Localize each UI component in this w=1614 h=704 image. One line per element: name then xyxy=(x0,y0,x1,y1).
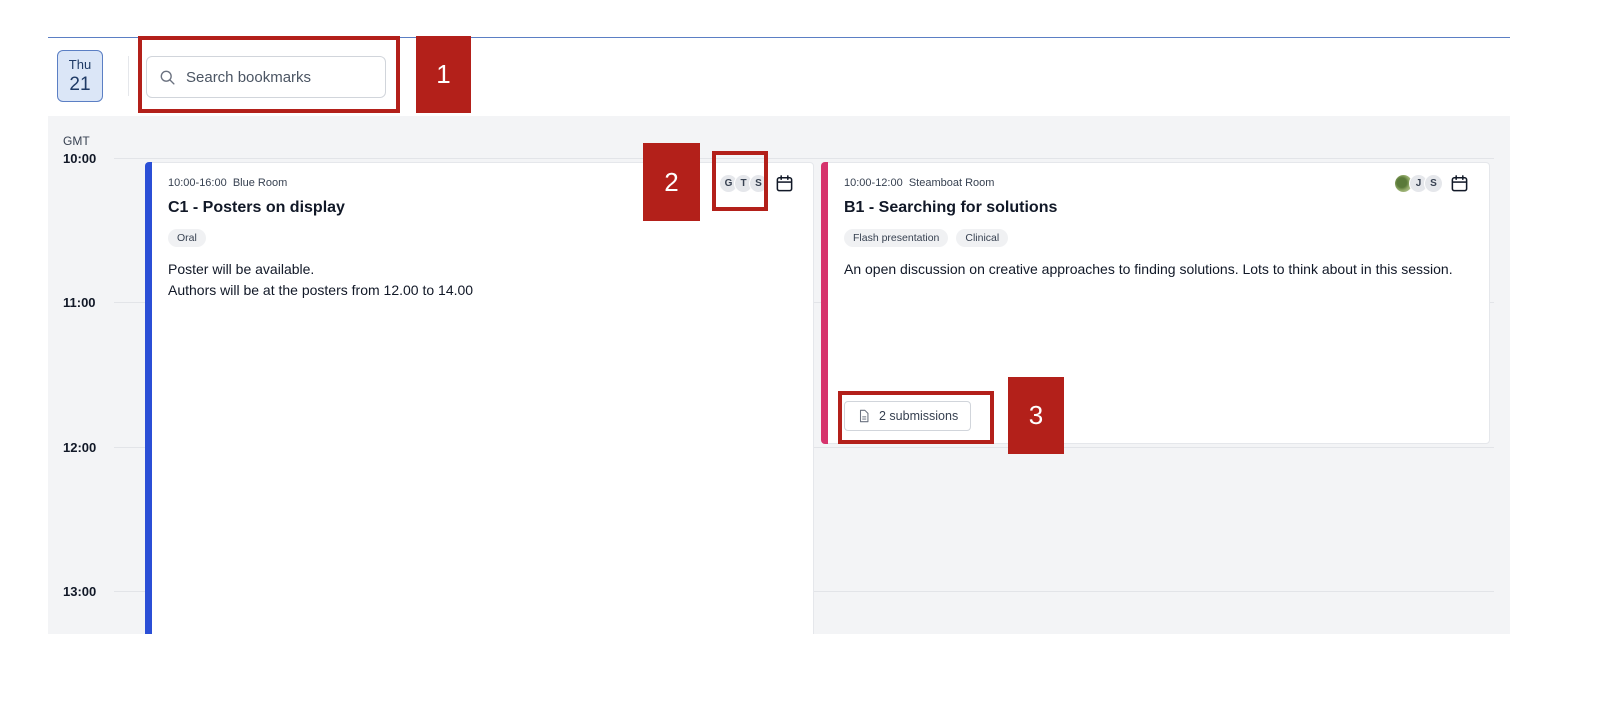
event-tag: Oral xyxy=(168,229,206,247)
event-actions: G T S xyxy=(719,173,794,193)
add-to-calendar-button[interactable] xyxy=(1449,173,1469,193)
hour-gridline xyxy=(114,158,1494,159)
time-label-10: 10:00 xyxy=(63,151,97,166)
event-tags: Oral xyxy=(168,229,206,247)
event-time-room: 10:00-16:00 Blue Room xyxy=(168,177,287,189)
event-card-c1[interactable]: 10:00-16:00 Blue Room C1 - Posters on di… xyxy=(145,162,814,634)
avatar: S xyxy=(1424,173,1443,193)
time-label-12: 12:00 xyxy=(63,440,97,455)
event-accent-bar xyxy=(821,162,828,444)
event-description: Poster will be available. Authors will b… xyxy=(168,259,473,301)
event-description-line: Poster will be available. xyxy=(168,261,315,277)
search-box[interactable] xyxy=(146,56,386,98)
document-icon xyxy=(859,409,869,423)
search-input[interactable] xyxy=(184,67,378,87)
submissions-label: 2 submissions xyxy=(879,409,959,423)
schedule-view: Thu 21 GMT 10:00 11:00 12:00 13:00 10:00… xyxy=(48,37,1510,634)
event-accent-bar xyxy=(145,162,152,634)
event-time: 10:00-12:00 xyxy=(844,177,903,189)
search-icon xyxy=(160,70,175,85)
annotation-label-2: 2 xyxy=(643,143,700,221)
add-to-calendar-button[interactable] xyxy=(774,173,794,193)
event-tag: Flash presentation xyxy=(844,229,949,247)
event-room: Blue Room xyxy=(232,177,288,189)
date-chip-day: 21 xyxy=(69,74,91,95)
calendar-icon xyxy=(1451,174,1467,191)
toolbar: Thu 21 xyxy=(48,38,1510,116)
toolbar-divider xyxy=(128,56,129,96)
event-time-room: 10:00-12:00 Steamboat Room xyxy=(844,177,994,189)
speaker-avatars[interactable]: G T S xyxy=(719,173,768,193)
event-time: 10:00-16:00 xyxy=(168,177,227,189)
annotation-label-3: 3 xyxy=(1008,377,1064,454)
event-title[interactable]: B1 - Searching for solutions xyxy=(844,199,1057,217)
event-tags: Flash presentation Clinical xyxy=(844,229,1009,247)
time-label-11: 11:00 xyxy=(63,295,96,310)
event-tag: Clinical xyxy=(956,229,1009,247)
date-chip-weekday: Thu xyxy=(68,57,92,72)
event-card-b1[interactable]: 10:00-12:00 Steamboat Room B1 - Searchin… xyxy=(821,162,1490,444)
avatar: S xyxy=(749,173,768,193)
annotation-label-1: 1 xyxy=(416,36,471,113)
event-description: An open discussion on creative approache… xyxy=(844,259,1469,280)
time-label-13: 13:00 xyxy=(63,584,97,599)
event-description-line: An open discussion on creative approache… xyxy=(844,261,1453,277)
event-room: Steamboat Room xyxy=(908,177,995,189)
date-chip[interactable]: Thu 21 xyxy=(57,50,103,102)
event-actions: J S xyxy=(1394,173,1469,193)
calendar-icon xyxy=(776,174,792,191)
speaker-avatars[interactable]: J S xyxy=(1394,173,1443,193)
submissions-button[interactable]: 2 submissions xyxy=(844,401,972,431)
event-description-line: Authors will be at the posters from 12.0… xyxy=(168,282,474,298)
event-title[interactable]: C1 - Posters on display xyxy=(168,199,345,217)
timezone-label: GMT xyxy=(63,134,90,148)
